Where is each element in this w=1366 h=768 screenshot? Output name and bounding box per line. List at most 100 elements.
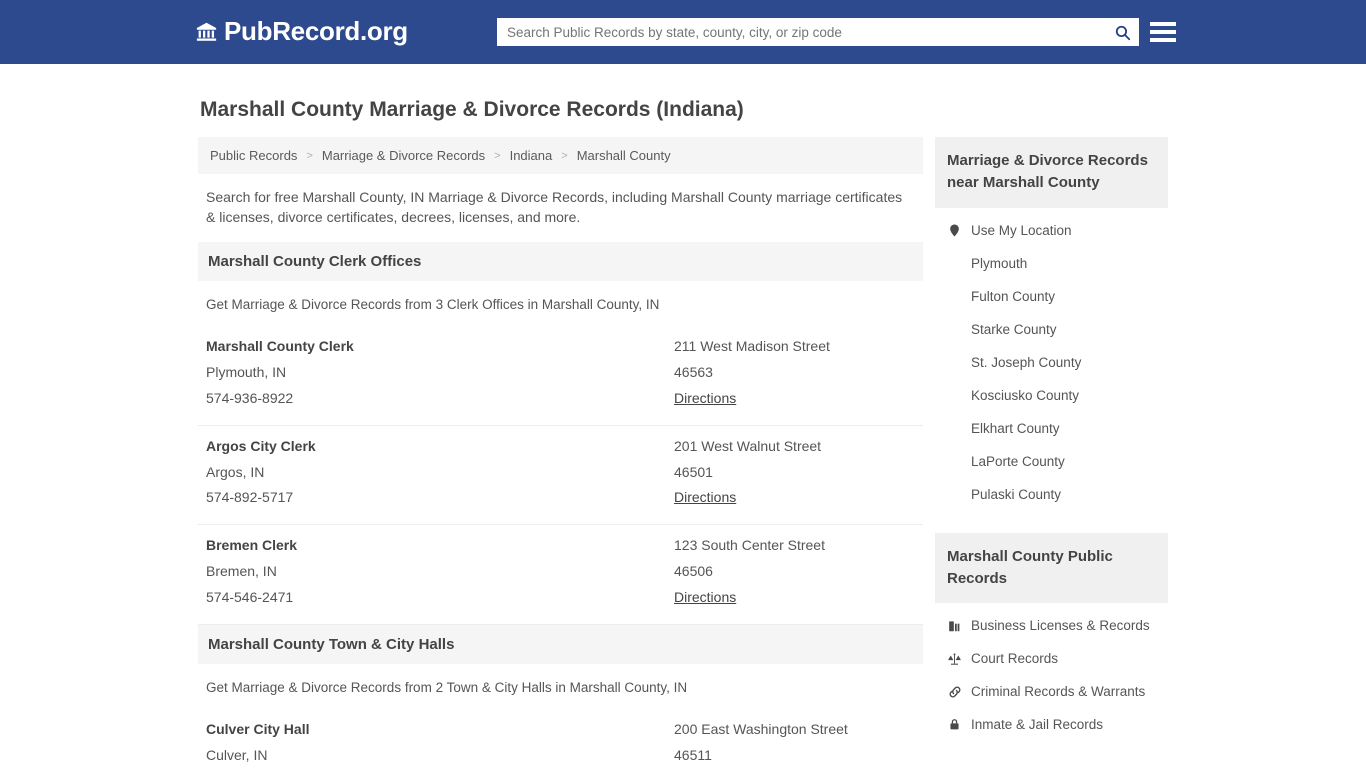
listing-zip: 46501 [674,463,713,480]
sidebar-item-court-records[interactable]: Court Records [935,642,1168,675]
sidebar-public-records-heading: Marshall County Public Records [935,532,1168,604]
sidebar-item-label: Court Records [971,651,1059,667]
sidebar-item-inmate-jail-records[interactable]: Inmate & Jail Records [935,708,1168,741]
page-title: Marshall County Marriage & Divorce Recor… [200,98,744,121]
listing-phone: 574-546-2471 [206,589,294,606]
listing-address: 123 South Center Street [674,537,825,554]
section-subtitle: Get Marriage & Divorce Records from 2 To… [206,680,688,696]
listing-office-name: Culver City Hall [206,721,310,738]
listing-directions-wrap: Directions [674,485,915,511]
hamburger-bar [1150,30,1176,34]
breadcrumb-item[interactable]: Indiana [508,148,555,163]
listing-zip: 46511 [674,746,712,763]
hamburger-bar [1150,38,1176,42]
sidebar-item-starke-county[interactable]: Starke County [935,313,1168,346]
breadcrumb-item: Marshall County [576,148,671,164]
sidebar-item-use-my-location[interactable]: Use My Location [935,214,1168,247]
sidebar-nearby-heading: Marriage & Divorce Records near Marshall… [935,137,1168,208]
main-column: Public Records > Marriage & Divorce Record… [198,137,923,768]
listing-directions-wrap: Directions [674,386,915,412]
sidebar-item-label: LaPorte County [971,453,1065,469]
listing-city-state: Culver, IN [206,746,268,763]
sidebar-item-fulton-county[interactable]: Fulton County [935,280,1168,313]
hamburger-menu-icon[interactable] [1150,19,1176,45]
hamburger-bar [1150,22,1176,26]
directions-link[interactable]: Directions [674,585,736,611]
breadcrumb: Public Records > Marriage & Divorce Record… [198,137,923,175]
listing-office-name: Bremen Clerk [206,537,298,554]
listing-city-state: Argos, IN [206,463,265,480]
listing-row: Bremen Clerk Bremen, IN 574-546-2471 123 So… [198,525,923,626]
sidebar-item-label: Plymouth [971,255,1028,271]
listing-left-column: Culver City HallCulver, IN574-842-3140 [206,717,674,768]
sidebar-item-laporte-county[interactable]: LaPorte County [935,445,1168,478]
sidebar-item-st-joseph-county[interactable]: St. Joseph County [935,346,1168,379]
listing-right-column: 201 West Walnut Street 46501 Directions [674,434,915,512]
listing-phone: 574-936-8922 [206,389,294,406]
listing-city-state: Plymouth, IN [206,363,287,380]
sidebar-public-records-list: Business Licenses & Records Court Records… [935,603,1168,753]
section-heading: Marshall County Town & City Halls [198,625,923,665]
listing-right-column: 211 West Madison Street 46563 Directions [674,334,915,412]
site-header: PubRecord.org [0,0,1366,64]
listing-left-column: Marshall County Clerk Plymouth, IN 574-936… [206,334,674,412]
sidebar-item-elkhart-county[interactable]: Elkhart County [935,412,1168,445]
sidebar-item-label: Fulton County [971,288,1056,304]
listing-row: Argos City Clerk Argos, IN 574-892-5717 201… [198,426,923,526]
content-container: Marshall County Marriage & Divorce Recor… [198,64,1168,768]
listing-right-column: 123 South Center Street 46506 Directions [674,533,915,611]
breadcrumb-item[interactable]: Marriage & Divorce Records [320,148,487,163]
listing-zip: 46506 [674,563,713,580]
sidebar-item-kosciusko-county[interactable]: Kosciusko County [935,379,1168,412]
listing-address: 201 West Walnut Street [674,437,822,454]
site-logo[interactable]: PubRecord.org [196,18,408,44]
sidebar: Marriage & Divorce Records near Marshall… [935,137,1168,753]
sidebar-item-plymouth[interactable]: Plymouth [935,247,1168,280]
search-input[interactable] [497,19,1105,45]
bank-icon [196,21,217,42]
scales-icon [947,652,962,666]
site-logo-text: PubRecord.org [224,16,408,46]
search-icon [1114,24,1131,41]
two-column-layout: Public Records > Marriage & Divorce Record… [198,137,1168,768]
listing-zip: 46563 [674,363,713,380]
sidebar-item-label: Starke County [971,321,1057,337]
listing-row: Culver City HallCulver, IN574-842-314020… [198,709,923,768]
section-heading: Marshall County Clerk Offices [198,242,923,281]
listing-left-column: Bremen Clerk Bremen, IN 574-546-2471 [206,533,674,611]
listing-address: 200 East Washington Street [674,721,848,738]
listing-office-name: Argos City Clerk [206,437,316,454]
listing-left-column: Argos City Clerk Argos, IN 574-892-5717 [206,434,674,512]
sidebar-item-label: Inmate & Jail Records [971,717,1104,733]
lock-icon [947,717,962,732]
map-pin-icon [947,223,962,238]
listing-office-name: Marshall County Clerk [206,338,354,354]
link-icon [947,685,962,699]
sidebar-item-label: Pulaski County [971,486,1062,502]
directions-link[interactable]: Directions [674,485,736,511]
listing-row: Marshall County Clerk Plymouth, IN 574-936… [198,326,923,426]
listing-directions-wrap: Directions [674,585,915,611]
sidebar-item-label: Use My Location [971,222,1072,238]
breadcrumb-item[interactable]: Public Records [208,148,299,163]
page-intro: Search for free Marshall County, IN Marr… [206,189,903,226]
building-icon [947,619,962,633]
sidebar-item-label: Criminal Records & Warrants [971,684,1146,700]
sidebar-nearby-list: Use My Location Plymouth Fulton County Star… [935,208,1168,523]
sidebar-item-label: St. Joseph County [971,354,1082,370]
breadcrumb-separator: > [494,149,501,162]
sidebar-item-pulaski-county[interactable]: Pulaski County [935,478,1168,511]
search-bar[interactable] [497,18,1139,46]
sidebar-item-label: Business Licenses & Records [971,618,1150,634]
listing-address: 211 West Madison Street [674,338,830,354]
sidebar-item-business-licenses-records[interactable]: Business Licenses & Records [935,609,1168,642]
breadcrumb-separator: > [561,149,568,162]
sidebar-item-label: Elkhart County [971,420,1060,436]
listing-city-state: Bremen, IN [206,563,277,580]
search-button[interactable] [1105,18,1139,46]
sections-list: Marshall County Clerk Offices Get Marriag… [198,242,923,768]
sidebar-item-criminal-records-warrants[interactable]: Criminal Records & Warrants [935,675,1168,708]
directions-link[interactable]: Directions [674,386,736,412]
section-subtitle: Get Marriage & Divorce Records from 3 Cl… [206,297,660,312]
